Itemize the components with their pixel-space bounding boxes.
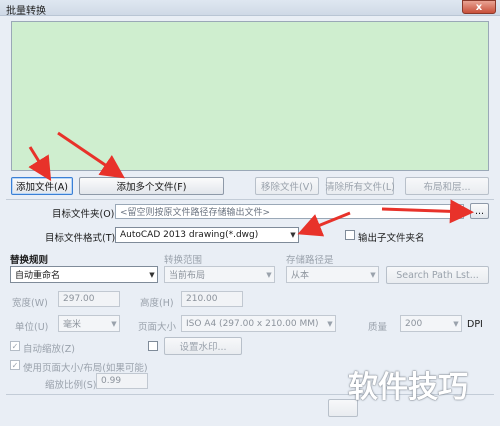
output-subfolder-checkbox[interactable]: [345, 230, 355, 240]
use-page-size-label: 使用页面大小/布局(如果可能): [23, 363, 148, 374]
page-size-value: ISO A4 (297.00 x 210.00 MM): [186, 318, 319, 329]
chevron-down-icon: ▼: [149, 270, 155, 279]
remove-file-button[interactable]: 移除文件(V): [255, 177, 319, 195]
quality-select[interactable]: 200 ▼: [400, 315, 462, 332]
replace-rule-value: 自动重命名: [15, 271, 61, 281]
auto-zoom-checkbox[interactable]: ✓: [10, 341, 20, 351]
watermark-checkbox[interactable]: [148, 341, 158, 351]
storage-path-label: 存储路径是: [286, 255, 334, 266]
zoom-ratio-label: 缩放比例(S): [45, 380, 97, 391]
unit-select[interactable]: 毫米 ▼: [58, 315, 120, 332]
convert-range-value: 当前布局: [169, 271, 206, 281]
add-multiple-files-button[interactable]: 添加多个文件(F): [79, 177, 224, 195]
separator: [6, 199, 494, 200]
output-subfolder-label: 输出子文件夹名: [358, 233, 425, 244]
quality-unit-label: DPI: [467, 319, 483, 330]
check-icon: ✓: [11, 360, 19, 370]
page-size-label: 页面大小: [138, 322, 177, 333]
clear-all-files-button[interactable]: 清除所有文件(L): [325, 177, 395, 195]
height-input[interactable]: 210.00: [181, 291, 243, 307]
layout-and-layers-button[interactable]: 布局和层...: [405, 177, 489, 195]
target-format-value: AutoCAD 2013 drawing(*.dwg): [120, 230, 259, 240]
chevron-down-icon: ▼: [266, 270, 272, 279]
width-label: 宽度(W): [12, 298, 48, 309]
chevron-down-icon: ▼: [290, 231, 296, 239]
height-label: 高度(H): [140, 298, 174, 309]
add-file-button[interactable]: 添加文件(A): [11, 177, 73, 195]
replace-rule-select[interactable]: 自动重命名 ▼: [10, 266, 158, 283]
close-icon: x: [475, 1, 483, 13]
chevron-down-icon: ▼: [327, 319, 333, 328]
watermark-text: 软件技巧: [348, 370, 468, 405]
chevron-down-icon: ▼: [453, 319, 459, 328]
convert-range-select[interactable]: 当前布局 ▼: [164, 266, 275, 283]
chevron-down-icon: ▼: [111, 319, 117, 328]
browse-button[interactable]: ...: [470, 203, 489, 219]
use-page-size-checkbox[interactable]: ✓: [10, 360, 20, 370]
check-icon: ✓: [11, 341, 19, 351]
quality-value: 200: [405, 318, 423, 329]
storage-path-value: 从本: [291, 271, 310, 281]
chevron-down-icon: ▼: [370, 270, 376, 279]
convert-range-label: 转换范围: [164, 255, 203, 266]
search-path-button[interactable]: Search Path Lst...: [386, 266, 489, 284]
target-format-label: 目标文件格式(T): [45, 233, 116, 244]
replace-rule-label: 替换规则: [10, 255, 49, 266]
storage-path-select[interactable]: 从本 ▼: [286, 266, 379, 283]
zoom-ratio-input[interactable]: 0.99: [96, 373, 148, 389]
auto-zoom-label: 自动缩放(Z): [23, 344, 75, 355]
set-watermark-button[interactable]: 设置水印...: [164, 337, 242, 355]
page-size-select[interactable]: ISO A4 (297.00 x 210.00 MM) ▼: [181, 315, 336, 332]
close-button[interactable]: x: [462, 0, 496, 14]
width-input[interactable]: 297.00: [58, 291, 120, 307]
unit-label: 单位(U): [15, 322, 49, 333]
title-bar: [0, 0, 500, 16]
target-folder-label: 目标文件夹(O): [52, 209, 115, 220]
unit-value: 毫米: [63, 320, 82, 330]
window-title: 批量转换: [6, 6, 46, 17]
file-list[interactable]: [11, 21, 489, 171]
target-format-select[interactable]: AutoCAD 2013 drawing(*.dwg) ▼: [115, 227, 299, 243]
target-folder-input[interactable]: <留空则按原文件路径存储输出文件>: [115, 204, 464, 219]
quality-label: 质量: [368, 322, 388, 333]
